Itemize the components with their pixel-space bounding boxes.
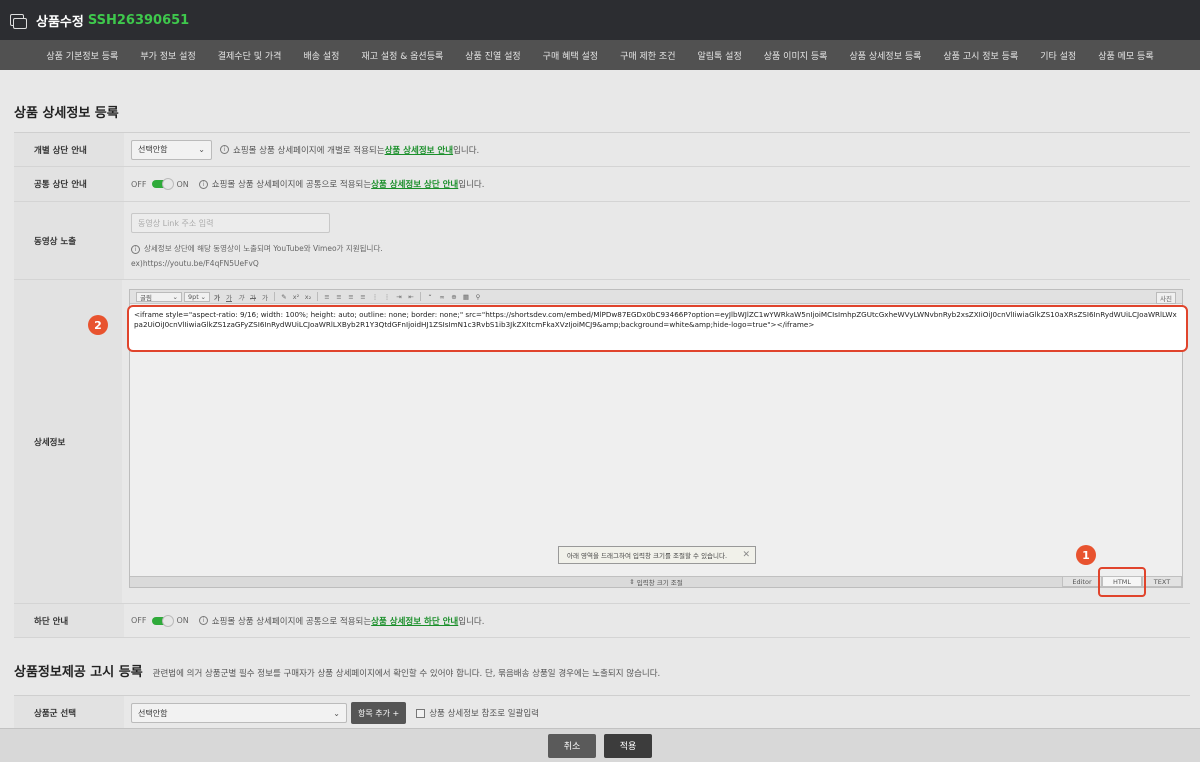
info-icon: i <box>198 179 208 189</box>
video-label: 동영상 노출 <box>14 202 124 279</box>
detail-editor: 굴림 ⌄ 9pt ⌄ 가 가 가 가 가 ✎ x² x₂ ≡ ≡ ≡ ≡ ⋮ ⋮… <box>88 289 1188 597</box>
html-tab-highlight <box>1098 567 1146 597</box>
italic-icon[interactable]: 가 <box>236 292 246 302</box>
highlight-icon[interactable]: ✎ <box>279 292 289 302</box>
individual-top-link[interactable]: 상품 상세정보 안내 <box>385 144 453 156</box>
nav-item-memo[interactable]: 상품 메모 등록 <box>1087 49 1164 62</box>
tab-editor[interactable]: Editor <box>1062 576 1102 587</box>
resize-handle[interactable]: ⇕ 입력창 크기 조절 <box>130 576 1182 587</box>
quote-icon[interactable]: “ <box>425 292 435 302</box>
common-top-toggle[interactable]: OFF ON <box>131 178 189 190</box>
detail-form: 개별 상단 안내 선택안함 ⌄ i 쇼핑몰 상품 상세페이지에 개별로 적용되는… <box>14 132 1190 638</box>
common-top-row: 공통 상단 안내 OFF ON i 쇼핑몰 상품 상세페이지에 공통으로 적용되… <box>14 167 1190 202</box>
nav-item-images[interactable]: 상품 이미지 등록 <box>753 49 839 62</box>
resize-hint-tooltip: 아래 영역을 드래그하여 입력창 크기를 조절할 수 있습니다. ✕ <box>558 546 756 564</box>
product-group-select[interactable]: 선택안함 ⌄ <box>131 703 347 723</box>
info-icon: i <box>220 145 229 154</box>
detail-info-row: 상세정보 굴림 ⌄ 9pt ⌄ 가 가 가 가 가 ✎ x² x₂ ≡ ≡ ≡ … <box>14 280 1190 604</box>
search-icon[interactable]: ⚲ <box>473 292 483 302</box>
bulk-input-checkbox[interactable] <box>416 708 426 718</box>
font-color-icon[interactable]: 가 <box>260 292 270 302</box>
font-family-select[interactable]: 굴림 ⌄ <box>136 291 182 302</box>
nav-item-alimtalk[interactable]: 알림톡 설정 <box>686 49 752 62</box>
align-justify-icon[interactable]: ≡ <box>358 292 368 302</box>
unordered-list-icon[interactable]: ⋮ <box>382 292 392 302</box>
html-code-editor[interactable]: <iframe style="aspect-ratio: 9/16; width… <box>127 305 1188 352</box>
nav-item-etc[interactable]: 기타 설정 <box>1029 49 1087 62</box>
video-row: 동영상 노출 동영상 Link 주소 입력 i 상세정보 상단에 해당 동영상이 … <box>14 202 1190 280</box>
individual-top-select[interactable]: 선택안함 ⌄ <box>131 139 212 160</box>
individual-top-row: 개별 상단 안내 선택안함 ⌄ i 쇼핑몰 상품 상세페이지에 개별로 적용되는… <box>14 133 1190 167</box>
indent-icon[interactable]: ⇥ <box>394 292 404 302</box>
info-icon: i <box>131 245 140 254</box>
info-icon: i <box>198 616 208 625</box>
nav-item-detail-info[interactable]: 상품 상세정보 등록 <box>838 49 932 62</box>
nav-item-purchase-limit[interactable]: 구매 제한 조건 <box>609 49 686 62</box>
product-group-row: 상품군 선택 선택안함 ⌄ 항목 추가 + 상품 상세정보 참조로 일괄입력 <box>14 696 1190 730</box>
notice-form: 상품군 선택 선택안함 ⌄ 항목 추가 + 상품 상세정보 참조로 일괄입력 <box>14 695 1190 730</box>
cancel-button[interactable]: 취소 <box>548 733 596 758</box>
tab-text[interactable]: TEXT <box>1142 576 1182 587</box>
nav-item-notice-info[interactable]: 상품 고시 정보 등록 <box>932 49 1029 62</box>
photo-button[interactable]: 사진 <box>1156 292 1176 304</box>
detail-section-title: 상품 상세정보 등록 <box>14 106 119 121</box>
nav-item-basic-info[interactable]: 상품 기본정보 등록 <box>35 49 129 62</box>
callout-badge-1: 1 <box>1076 545 1096 565</box>
align-right-icon[interactable]: ≡ <box>346 292 356 302</box>
close-icon[interactable]: ✕ <box>742 550 750 560</box>
apply-button[interactable]: 적용 <box>604 733 652 758</box>
bottom-toggle[interactable]: OFF ON <box>131 614 189 627</box>
window-icon <box>10 14 27 29</box>
nav-item-extra-info[interactable]: 부가 정보 설정 <box>129 49 206 62</box>
main-content: 상품 상세정보 등록 개별 상단 안내 선택안함 ⌄ i 쇼핑몰 상품 상세페이… <box>0 72 1200 730</box>
bottom-link[interactable]: 상품 상세정보 하단 안내 <box>371 615 458 627</box>
section-nav: 상품 기본정보 등록 부가 정보 설정 결제수단 및 가격 배송 설정 재고 설… <box>0 40 1200 70</box>
top-header: 상품수정 SSH26390651 <box>0 0 1200 40</box>
table-icon[interactable]: ▦ <box>461 292 471 302</box>
video-help-text: 상세정보 상단에 해당 동영상이 노출되며 YouTube와 Vimeo가 지원… <box>144 244 383 253</box>
link-icon[interactable]: ∞ <box>437 292 447 302</box>
nav-item-stock-options[interactable]: 재고 설정 & 옵션등록 <box>350 49 454 62</box>
product-code: SSH26390651 <box>87 12 190 28</box>
individual-top-label: 개별 상단 안내 <box>14 133 124 166</box>
callout-badge-2: 2 <box>88 315 108 335</box>
page-title: 상품수정 <box>36 14 84 30</box>
footer-actions: 취소 적용 <box>0 728 1200 762</box>
outdent-icon[interactable]: ⇤ <box>406 292 416 302</box>
align-center-icon[interactable]: ≡ <box>334 292 344 302</box>
video-example-text: ex)https://youtu.be/F4qFN5UeFvQ <box>131 259 259 268</box>
font-size-select[interactable]: 9pt ⌄ <box>184 291 210 302</box>
nav-item-purchase-benefit[interactable]: 구매 혜택 설정 <box>532 49 609 62</box>
special-char-icon[interactable]: ⊕ <box>449 292 459 302</box>
nav-item-display[interactable]: 상품 진열 설정 <box>454 49 531 62</box>
superscript-icon[interactable]: x² <box>291 292 301 302</box>
bold-icon[interactable]: 가 <box>212 292 222 302</box>
strikethrough-icon[interactable]: 가 <box>248 292 258 302</box>
bottom-label: 하단 안내 <box>14 604 124 637</box>
subscript-icon[interactable]: x₂ <box>303 292 313 302</box>
nav-item-payment-price[interactable]: 결제수단 및 가격 <box>207 49 293 62</box>
bottom-row: 하단 안내 OFF ON i 쇼핑몰 상품 상세페이지에 공통으로 적용되는 상… <box>14 604 1190 638</box>
editor-toolbar: 굴림 ⌄ 9pt ⌄ 가 가 가 가 가 ✎ x² x₂ ≡ ≡ ≡ ≡ ⋮ ⋮… <box>130 290 1182 304</box>
add-item-button[interactable]: 항목 추가 + <box>351 702 407 724</box>
notice-section-desc: 관련법에 의거 상품군별 필수 정보를 구매자가 상품 상세페이지에서 확인할 … <box>152 669 661 679</box>
chevron-down-icon: ⌄ <box>333 708 340 718</box>
notice-section-title: 상품정보제공 고시 등록 관련법에 의거 상품군별 필수 정보를 구매자가 상품 … <box>14 665 661 680</box>
chevron-down-icon: ⌄ <box>198 145 205 154</box>
common-top-link[interactable]: 상품 상세정보 상단 안내 <box>371 178 458 190</box>
resize-arrows-icon: ⇕ <box>629 578 637 586</box>
underline-icon[interactable]: 가 <box>224 292 234 302</box>
bulk-input-label: 상품 상세정보 참조로 일괄입력 <box>429 709 540 719</box>
nav-item-shipping[interactable]: 배송 설정 <box>292 49 350 62</box>
video-link-input[interactable]: 동영상 Link 주소 입력 <box>131 213 330 233</box>
align-left-icon[interactable]: ≡ <box>322 292 332 302</box>
product-group-label: 상품군 선택 <box>14 696 124 730</box>
ordered-list-icon[interactable]: ⋮ <box>370 292 380 302</box>
common-top-label: 공통 상단 안내 <box>14 167 124 201</box>
